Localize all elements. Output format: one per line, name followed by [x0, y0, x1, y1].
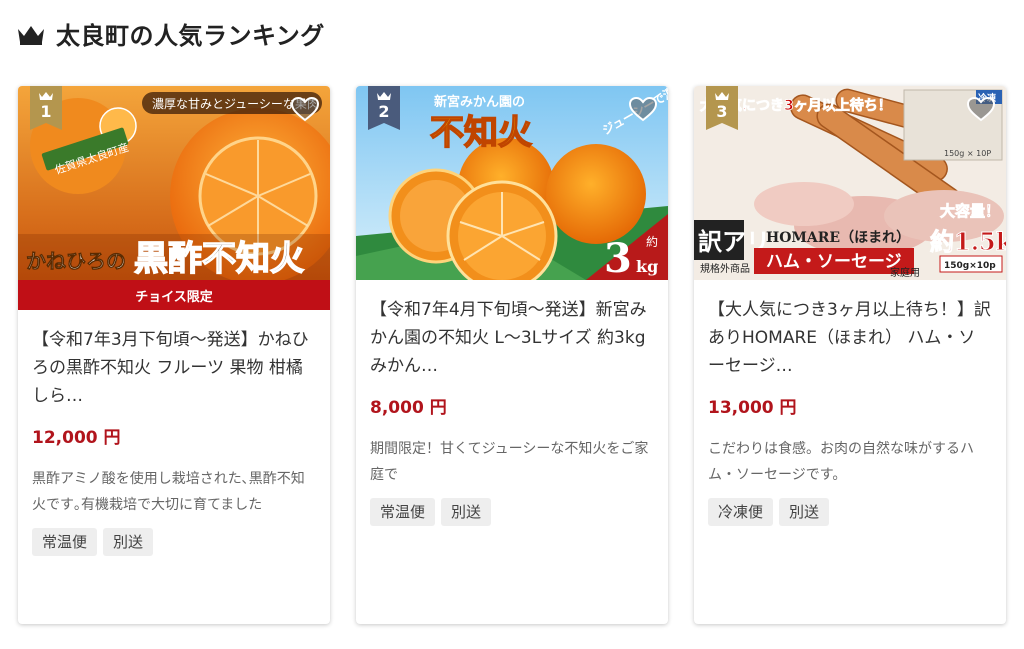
product-card-2[interactable]: 新宮みかん園の 不知火 ジューシーで濃厚な甘さ！ 3 kg 約 2 【令和7年4…	[356, 86, 668, 624]
product-card-1[interactable]: 濃厚な甘みとジューシーな果肉 佐賀県太良町産 かねひろの 黒酢不知火 1 チョイ…	[18, 86, 330, 624]
product-image-art: 新宮みかん園の 不知火 ジューシーで濃厚な甘さ！ 3 kg 約	[356, 86, 668, 280]
svg-text:約1.5kg: 約1.5kg	[930, 227, 1006, 256]
heart-icon[interactable]	[966, 96, 996, 122]
heart-icon[interactable]	[628, 96, 658, 122]
svg-text:kg: kg	[636, 257, 658, 276]
crown-icon	[377, 92, 391, 100]
tag-separate: 別送	[441, 498, 492, 526]
product-image-art: 濃厚な甘みとジューシーな果肉 佐賀県太良町産 かねひろの 黒酢不知火	[18, 86, 330, 280]
svg-text:約: 約	[646, 234, 658, 249]
product-description: 黒酢アミノ酸を使用し栽培された､黒酢不知火です｡有機栽培で大切に育てました	[32, 471, 305, 513]
tag-shipping: 冷凍便	[708, 498, 774, 526]
svg-text:3: 3	[604, 235, 632, 280]
svg-text:150g×10p: 150g×10p	[944, 261, 996, 271]
tag-shipping: 常温便	[32, 528, 98, 556]
section-heading: 太良町の人気ランキング	[16, 16, 325, 51]
product-description: こだわりは食感。お肉の自然な味がするハム・ソーセージです。	[708, 441, 974, 483]
product-image[interactable]: 新宮みかん園の 不知火 ジューシーで濃厚な甘さ！ 3 kg 約 2	[356, 86, 668, 280]
svg-text:家庭用: 家庭用	[890, 266, 920, 279]
svg-text:黒酢不知火: 黒酢不知火	[134, 239, 304, 279]
product-title[interactable]: 【大人気につき3ヶ月以上待ち！】訳ありHOMARE（ほまれ） ハム・ソーセージ…	[708, 296, 992, 380]
rank-number: 1	[40, 102, 52, 121]
crown-icon	[39, 92, 53, 100]
svg-text:規格外商品: 規格外商品	[700, 262, 750, 275]
product-price: 13,000 円	[708, 398, 797, 418]
section-title: 太良町の人気ランキング	[56, 22, 325, 50]
svg-text:HOMARE（ほまれ）: HOMARE（ほまれ）	[766, 230, 910, 246]
svg-text:かねひろの: かねひろの	[26, 249, 126, 273]
product-description: 期間限定！甘くてジューシーな不知火をご家庭で	[370, 441, 649, 483]
svg-text:ハム・ソーセージ: ハム・ソーセージ	[766, 252, 902, 272]
svg-text:150g × 10P: 150g × 10P	[944, 149, 991, 158]
product-price: 8,000 円	[370, 398, 447, 418]
tag-separate: 別送	[103, 528, 154, 556]
limited-chip: チョイス限定	[18, 280, 330, 310]
product-price: 12,000 円	[32, 428, 121, 448]
rank-number: 3	[716, 102, 728, 121]
product-title[interactable]: 【令和7年4月下旬頃～発送】新宮みかん園の不知火 L～3Lサイズ 約3kg みか…	[370, 296, 654, 380]
heart-icon[interactable]	[290, 96, 320, 122]
product-title[interactable]: 【令和7年3月下旬頃～発送】かねひろの黒酢不知火 フルーツ 果物 柑橘 しら…	[32, 326, 316, 410]
svg-text:大容量！: 大容量！	[940, 202, 1000, 220]
tag-list: 冷凍便 別送	[708, 498, 992, 526]
tag-list: 常温便 別送	[370, 498, 654, 526]
svg-text:不知火: 不知火	[430, 113, 532, 153]
ranking-list: 濃厚な甘みとジューシーな果肉 佐賀県太良町産 かねひろの 黒酢不知火 1 チョイ…	[18, 86, 1008, 626]
svg-text:新宮みかん園の: 新宮みかん園の	[434, 94, 525, 110]
product-image[interactable]: 冷凍 150g × 10P 大人気につき3ヶ月以上待ち！ 訳アリ 規格外商品 H…	[694, 86, 1006, 280]
tag-shipping: 常温便	[370, 498, 436, 526]
rank-number: 2	[378, 102, 390, 121]
product-image-art: 冷凍 150g × 10P 大人気につき3ヶ月以上待ち！ 訳アリ 規格外商品 H…	[694, 86, 1006, 280]
product-card-3[interactable]: 冷凍 150g × 10P 大人気につき3ヶ月以上待ち！ 訳アリ 規格外商品 H…	[694, 86, 1006, 624]
crown-icon	[18, 25, 44, 45]
product-image[interactable]: 濃厚な甘みとジューシーな果肉 佐賀県太良町産 かねひろの 黒酢不知火 1	[18, 86, 330, 280]
tag-list: 常温便 別送	[32, 528, 316, 556]
crown-icon	[715, 92, 729, 100]
tag-separate: 別送	[779, 498, 830, 526]
